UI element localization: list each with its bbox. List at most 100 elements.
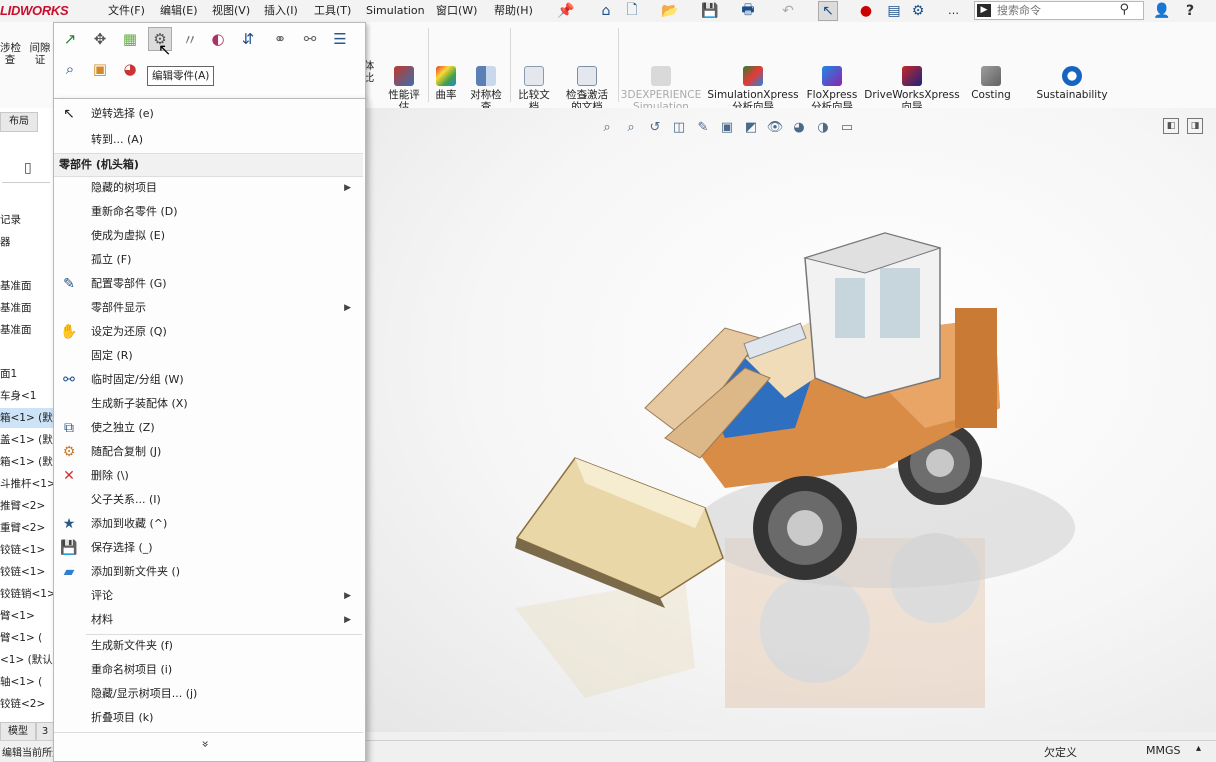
tree-item[interactable]: 器 xyxy=(0,232,54,252)
menu-item-delete[interactable]: ✕ 删除 (\) xyxy=(54,465,363,487)
pin-icon[interactable]: 📌 xyxy=(556,1,576,21)
menu-item-save-selection[interactable]: 💾 保存选择 (_) xyxy=(54,537,363,559)
menu-item-add-to-new-folder[interactable]: ▰ 添加到新文件夹 () xyxy=(54,561,363,583)
menu-item-hidden-tree-items[interactable]: 隐藏的树项目 ▶ xyxy=(54,177,363,199)
apply-scene-icon[interactable]: ◑ xyxy=(814,118,832,136)
ribbon-sustainability[interactable]: Sustainability xyxy=(1032,42,1112,113)
ribbon-costing[interactable]: Costing xyxy=(966,42,1016,113)
undo-icon[interactable]: ↶ xyxy=(778,1,798,21)
select-arrow-icon[interactable]: ↖ xyxy=(818,1,838,21)
menu-item-material[interactable]: 材料 ▶ xyxy=(54,609,363,631)
menu-file[interactable]: 文件(F) xyxy=(108,3,145,19)
property-manager-icon[interactable]: ▯ xyxy=(24,160,32,176)
component-properties-icon[interactable]: ▦ xyxy=(118,27,142,51)
menu-window[interactable]: 窗口(W) xyxy=(436,3,477,19)
help-icon[interactable]: ? xyxy=(1180,1,1200,21)
menu-item-make-independent[interactable]: ⧉ 使之独立 (Z) xyxy=(54,417,363,439)
rebuild-traffic-light-icon[interactable]: ● xyxy=(856,1,876,21)
previous-view-icon[interactable]: ↺ xyxy=(646,118,664,136)
display-style-icon[interactable]: ◩ xyxy=(742,118,760,136)
properties-list-icon[interactable]: ☰ xyxy=(328,27,352,51)
menu-item-make-virtual[interactable]: 使成为虚拟 (E) xyxy=(54,225,363,247)
collapse-panel-icon[interactable]: ◧ xyxy=(1163,118,1179,134)
tree-item[interactable]: 铰链<1> xyxy=(0,540,54,560)
normal-to-icon[interactable]: ▣ xyxy=(88,57,112,81)
menu-insert[interactable]: 插入(I) xyxy=(264,3,298,19)
file-properties-icon[interactable]: ▤ xyxy=(884,1,904,21)
menu-item-fix[interactable]: 固定 (R) xyxy=(54,345,363,367)
tree-item[interactable]: 基准面 xyxy=(0,276,54,296)
change-transparency-icon[interactable]: ◐ xyxy=(206,27,230,51)
suppress-icon[interactable]: ⇵ xyxy=(236,27,260,51)
zoom-to-selection-icon[interactable]: ⌕ xyxy=(58,57,82,81)
view-orientation-icon[interactable]: ▣ xyxy=(718,118,736,136)
dynamic-annotation-icon[interactable]: ✎ xyxy=(694,118,712,136)
tree-item[interactable]: 箱<1> (默 xyxy=(0,452,54,472)
search-input[interactable] xyxy=(997,3,1117,18)
tree-item[interactable]: 斗推杆<1> xyxy=(0,474,54,494)
ribbon-interference-check-partial[interactable]: 涉检 查 xyxy=(0,42,21,66)
menu-help[interactable]: 帮助(H) xyxy=(494,3,533,19)
open-folder-icon[interactable]: 📂 xyxy=(660,1,680,21)
menu-item-set-to-resolved[interactable]: ✋ 设定为还原 (Q) xyxy=(54,321,363,343)
graphics-area[interactable]: ◧ ◨ xyxy=(365,108,1216,732)
tab-layout[interactable]: 布局 xyxy=(0,112,38,132)
tree-item[interactable]: 铰链<2> xyxy=(0,694,54,714)
user-icon[interactable]: 👤 xyxy=(1152,1,1172,21)
appearance-icon[interactable]: ◕ xyxy=(118,57,142,81)
isolate-icon[interactable]: ⚯ xyxy=(298,27,322,51)
tree-item[interactable]: 记录 xyxy=(0,210,54,230)
home-icon[interactable]: ⌂ xyxy=(596,1,616,21)
save-icon[interactable]: 💾 xyxy=(700,1,720,21)
tree-item[interactable]: 面1 xyxy=(0,364,54,384)
menu-item-add-to-favorites[interactable]: ★ 添加到收藏 (^) xyxy=(54,513,363,535)
print-icon[interactable]: 🖶 xyxy=(738,1,758,21)
menu-item-temporary-fix-group[interactable]: ⚯ 临时固定/分组 (W) xyxy=(54,369,363,391)
ribbon-clearance-partial[interactable]: 间隙 证 xyxy=(28,42,52,66)
expand-panel-icon[interactable]: ◨ xyxy=(1187,118,1203,134)
wheel-loader-model[interactable] xyxy=(365,108,1216,732)
tab-model[interactable]: 模型 xyxy=(0,722,36,742)
tree-item[interactable]: 重臂<2> xyxy=(0,518,54,538)
menu-simulation[interactable]: Simulation xyxy=(366,3,425,19)
menu-item-component-display[interactable]: 零部件显示 ▶ xyxy=(54,297,363,319)
menu-item-hide-show-tree-items[interactable]: 隐藏/显示树项目... (j) xyxy=(54,683,363,705)
hide-show-items-icon[interactable]: 👁 xyxy=(766,118,784,136)
menu-item-invert-selection[interactable]: ↖ 逆转选择 (e) xyxy=(54,103,363,125)
search-icon[interactable]: ⚲ xyxy=(1119,2,1129,17)
tree-item[interactable]: 铰链销<1> xyxy=(0,584,54,604)
mate-icon[interactable]: ✥ xyxy=(88,27,112,51)
status-units[interactable]: MMGS xyxy=(1146,744,1181,757)
tree-item[interactable]: <1> (默认 xyxy=(0,650,54,670)
menu-item-collapse-items[interactable]: 折叠项目 (k) xyxy=(54,707,363,729)
units-dropdown-icon[interactable]: ▴ xyxy=(1196,743,1201,754)
tree-item[interactable]: 盖<1> (默 xyxy=(0,430,54,450)
search-box[interactable]: ▶ ⚲ xyxy=(974,1,1144,20)
menu-item-parent-child[interactable]: 父子关系... (I) xyxy=(54,489,363,511)
view-settings-icon[interactable]: ▭ xyxy=(838,118,856,136)
open-part-icon[interactable]: ↗ xyxy=(58,27,82,51)
menu-item-isolate[interactable]: 孤立 (F) xyxy=(54,249,363,271)
dropdown-arrow-icon[interactable]: ▾ xyxy=(583,92,587,101)
menu-item-new-subassembly[interactable]: 生成新子装配体 (X) xyxy=(54,393,363,415)
menu-item-comments[interactable]: 评论 ▶ xyxy=(54,585,363,607)
section-view-icon[interactable]: ◫ xyxy=(670,118,688,136)
overflow-ellipsis[interactable]: … xyxy=(948,3,959,19)
menu-view[interactable]: 视图(V) xyxy=(212,3,250,19)
edit-appearance-icon[interactable]: ◕ xyxy=(790,118,808,136)
tree-item[interactable]: 臂<1> xyxy=(0,606,54,626)
zoom-to-fit-icon[interactable]: ⌕ xyxy=(598,118,616,136)
tab-3d-views[interactable]: 3 xyxy=(36,722,54,742)
menu-item-go-to[interactable]: 转到... (A) xyxy=(54,129,363,151)
tree-item[interactable]: 基准面 xyxy=(0,298,54,318)
menu-item-copy-with-mates[interactable]: ⚙ 随配合复制 (J) xyxy=(54,441,363,463)
new-document-icon[interactable]: 🗋 xyxy=(622,1,642,21)
menu-item-configure-component[interactable]: ✎ 配置零部件 (G) xyxy=(54,273,363,295)
ribbon-curvature[interactable]: 曲率 xyxy=(432,42,460,113)
tree-item[interactable]: 铰链<1> xyxy=(0,562,54,582)
tree-item[interactable]: 推臂<2> xyxy=(0,496,54,516)
tree-item[interactable]: 基准面 xyxy=(0,320,54,340)
tree-item-selected[interactable]: 箱<1> (默 xyxy=(0,408,54,428)
menu-item-rename-tree-item[interactable]: 重命名树项目 (i) xyxy=(54,659,363,681)
tree-item[interactable]: 臂<1> ( xyxy=(0,628,54,648)
